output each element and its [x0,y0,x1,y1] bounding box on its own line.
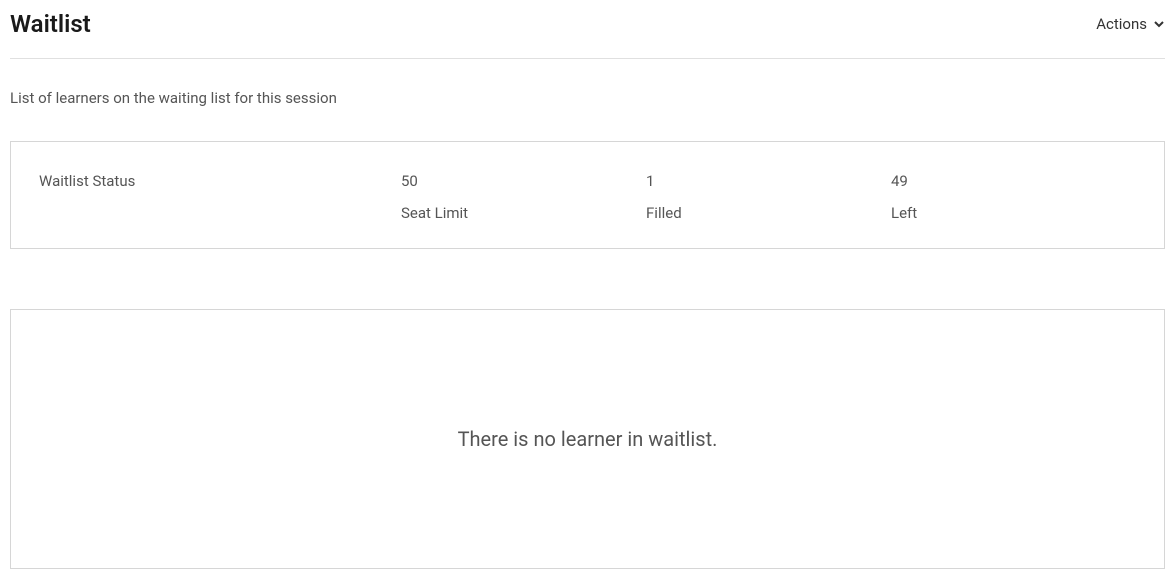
metric-filled: 1 Filled [646,172,891,222]
metric-value: 49 [891,172,1136,190]
status-metrics: 50 Seat Limit 1 Filled 49 Left [401,172,1136,222]
page-title: Waitlist [10,10,91,38]
page-description: List of learners on the waiting list for… [10,89,1165,107]
waitlist-empty-card: There is no learner in waitlist. [10,309,1165,569]
metric-seat-limit: 50 Seat Limit [401,172,646,222]
metric-value: 50 [401,172,646,190]
empty-message: There is no learner in waitlist. [458,427,718,451]
chevron-down-icon [1153,18,1165,30]
waitlist-status-card: Waitlist Status 50 Seat Limit 1 Filled 4… [10,141,1165,249]
metric-label: Seat Limit [401,204,646,222]
metric-label: Filled [646,204,891,222]
actions-label: Actions [1096,15,1147,33]
page-header: Waitlist Actions [10,10,1165,59]
metric-value: 1 [646,172,891,190]
metric-left: 49 Left [891,172,1136,222]
status-label: Waitlist Status [39,172,401,190]
actions-dropdown[interactable]: Actions [1096,15,1165,33]
metric-label: Left [891,204,1136,222]
